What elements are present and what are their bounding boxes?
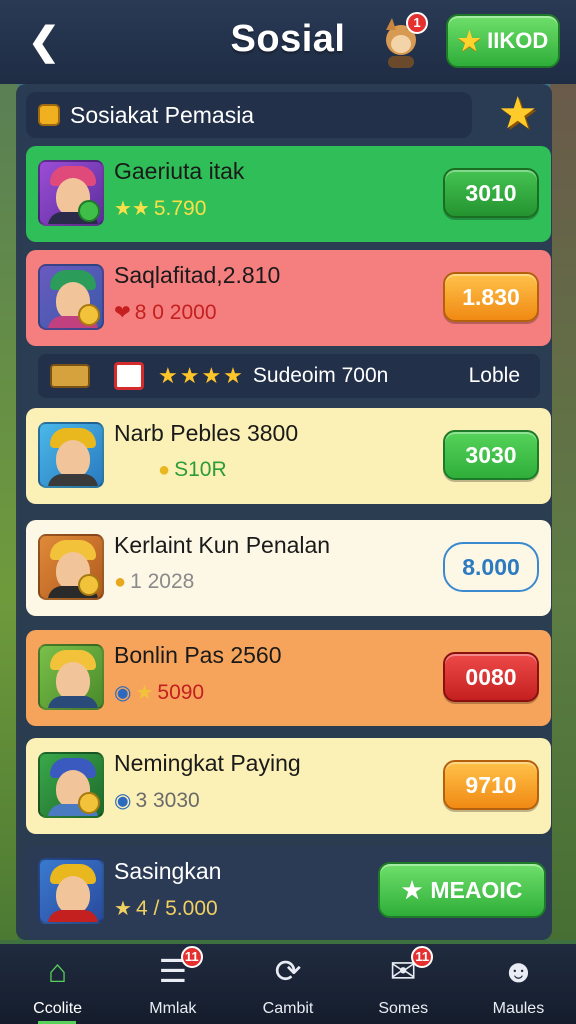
nav-label: Cambit	[262, 1000, 314, 1017]
star-icon: ★	[401, 876, 423, 903]
favorite-star-icon[interactable]: ★	[498, 90, 537, 138]
shield-icon: ◉	[114, 790, 132, 812]
section-title: Sosiakat Pemasia	[70, 101, 255, 128]
nav-item-refresh[interactable]: ⟳ Cambit	[230, 944, 345, 1024]
list-item[interactable]: Nemingkat Paying ◉ 3 3030 9710	[26, 738, 551, 834]
gift-icon	[114, 362, 144, 390]
player-avatar	[38, 752, 104, 818]
value-button[interactable]: 9710	[443, 760, 539, 810]
coin-icon: ●	[158, 458, 171, 481]
player-avatar	[38, 422, 104, 488]
player-score: 1 2028	[130, 570, 195, 593]
rewards-text: Sudeoim 700n	[252, 364, 389, 387]
home-icon: ⌂	[47, 953, 68, 989]
star-icon: ★	[135, 682, 154, 704]
player-stats: ● S10R	[114, 458, 227, 482]
refresh-icon: ⟳	[274, 953, 302, 989]
player-stats: ❤ 8 0 2000	[114, 300, 217, 325]
nav-item-inbox[interactable]: ✉ 11 Somes	[346, 944, 461, 1024]
player-name: Gaeriuta itak	[114, 158, 245, 184]
star-icon: ★★	[114, 198, 150, 220]
list-icon: ☰ 11	[153, 946, 203, 990]
profile-icon: ☻	[501, 953, 536, 989]
player-avatar	[38, 264, 104, 330]
player-score: 5.790	[153, 196, 207, 220]
currency-label: IIKOD	[487, 28, 549, 53]
player-avatar	[38, 534, 104, 600]
inbox-icon: ✉ 11	[383, 946, 434, 990]
list-item[interactable]: Bonlin Pas 2560 ◉ ★ 5090 0080	[26, 630, 551, 726]
top-bar: ❮ Sosial 1 ★ IIKOD	[0, 0, 576, 84]
list-item[interactable]: Narb Pebles 3800 ● S10R 3030	[26, 408, 551, 504]
background-right	[550, 80, 576, 940]
star-icon: ★	[114, 898, 132, 920]
value-button[interactable]: 0080	[443, 652, 539, 702]
notification-badge: 1	[406, 12, 428, 34]
player-score: 4 / 5.000	[135, 896, 218, 920]
player-name: Saqlafitad,2.810	[114, 262, 281, 288]
player-avatar	[38, 858, 104, 924]
player-name: Narb Pebles 3800	[114, 420, 299, 446]
player-name: Kerlaint Kun Penalan	[114, 532, 331, 558]
currency-button[interactable]: ★ IIKOD	[446, 14, 560, 68]
nav-label: Somes	[378, 1000, 429, 1017]
player-name: Sasingkan	[114, 858, 222, 884]
player-stats: ◉ ★ 5090	[114, 680, 204, 705]
player-score: 8 0 2000	[134, 300, 217, 324]
notification-badge: 11	[411, 946, 434, 968]
pin-icon: ❤	[114, 302, 131, 324]
player-name: Bonlin Pas 2560	[114, 642, 282, 668]
player-stats: ★★ 5.790	[114, 196, 206, 221]
value-button[interactable]: 8.000	[443, 542, 539, 592]
player-avatar	[38, 160, 104, 226]
nav-label: Maules	[492, 1000, 545, 1017]
rewards-link[interactable]: Loble	[469, 364, 520, 388]
coin-icon: ●	[114, 570, 127, 593]
player-avatar	[38, 644, 104, 710]
rating-stars-icon: ★★★★	[158, 363, 245, 388]
shield-icon: ◉	[114, 682, 132, 704]
player-score: S10R	[174, 458, 227, 481]
nav-item-list[interactable]: ☰ 11 Mmlak	[115, 944, 230, 1024]
list-item[interactable]: Gaeriuta itak ★★ 5.790 3010	[26, 146, 551, 242]
value-button[interactable]: 1.830	[443, 272, 539, 322]
chest-icon	[50, 364, 90, 388]
avatar[interactable]: 1	[378, 12, 428, 68]
player-stats: ● 1 2028	[114, 570, 194, 594]
list-item[interactable]: Saqlafitad,2.810 ❤ 8 0 2000 1.830	[26, 250, 551, 346]
value-button[interactable]: 3030	[443, 430, 539, 480]
section-header: Sosiakat Pemasia	[26, 92, 472, 138]
nav-item-profile[interactable]: ☻ Maules	[461, 944, 576, 1024]
player-score: 3 3030	[135, 788, 200, 812]
rewards-bar: ★★★★ Sudeoim 700n Loble	[38, 354, 540, 398]
player-name: Nemingkat Paying	[114, 750, 301, 776]
nav-label: Ccolite	[33, 1000, 83, 1017]
player-stats: ★ 4 / 5.000	[114, 896, 218, 921]
value-button[interactable]: 3010	[443, 168, 539, 218]
section-icon	[38, 104, 60, 126]
nav-label: Mmlak	[149, 1000, 197, 1017]
featured-action-label: MEAOIC	[430, 876, 523, 903]
player-stats: ◉ 3 3030	[114, 788, 200, 813]
player-score: 5090	[157, 680, 205, 704]
featured-action-button[interactable]: ★ MEAOIC	[378, 862, 546, 918]
bottom-navigation: ⌂ Ccolite ☰ 11 Mmlak ⟳ Cambit ✉ 11 Somes…	[0, 944, 576, 1024]
list-item[interactable]: Kerlaint Kun Penalan ● 1 2028 8.000	[26, 520, 551, 616]
nav-item-home[interactable]: ⌂ Ccolite	[0, 944, 115, 1024]
star-icon: ★	[457, 25, 482, 56]
notification-badge: 11	[180, 946, 203, 968]
